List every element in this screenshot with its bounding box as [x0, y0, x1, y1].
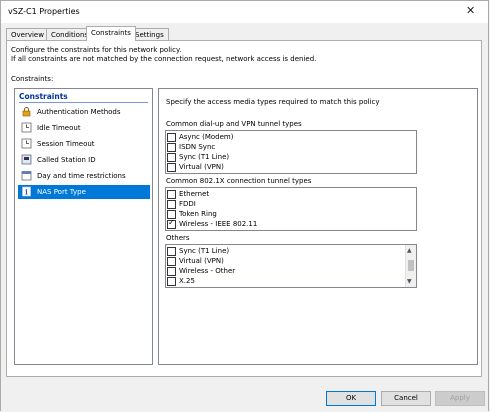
checkbox[interactable] — [167, 143, 176, 152]
scroll-thumb[interactable] — [408, 260, 414, 271]
svg-text:i: i — [25, 188, 28, 197]
tab-constraints[interactable]: Constraints — [86, 26, 136, 41]
checkbox-label: FDDI — [179, 200, 196, 208]
checkbox-label: Token Ring — [179, 210, 217, 218]
scroll-down-icon[interactable]: ▼ — [407, 278, 412, 286]
lock-icon — [22, 107, 31, 117]
calendar-icon — [21, 171, 32, 181]
sidebar-item-label: Session Timeout — [37, 140, 95, 148]
checkbox-label: Async (Modem) — [179, 133, 234, 141]
checkbox[interactable] — [167, 257, 176, 266]
clock-icon — [21, 138, 32, 149]
sidebar-item-nas-port-type[interactable]: i NAS Port Type — [18, 185, 150, 199]
sidebar-item-label: Called Station ID — [37, 156, 96, 164]
sidebar-item-idle-timeout[interactable]: Idle Timeout — [18, 121, 150, 135]
checkbox-label: Sync (T1 Line) — [179, 153, 230, 161]
nas-port-type-pane: Specify the access media types required … — [158, 88, 478, 365]
scroll-up-icon[interactable]: ▲ — [407, 247, 412, 255]
constraints-list: Constraints Authentication Methods Idle … — [14, 88, 153, 365]
checkbox-label: Virtual (VPN) — [179, 163, 224, 171]
sidebar-item-day-time-restrictions[interactable]: Day and time restrictions — [18, 169, 150, 183]
dot1x-checklist: Ethernet FDDI Token Ring ✓ Wireless - IE… — [165, 187, 417, 231]
dialup-checklist: Async (Modem) ISDN Sync Sync (T1 Line) V… — [165, 130, 417, 174]
phone-id-icon — [21, 154, 32, 165]
intro-line-2: If all constraints are not matched by th… — [11, 55, 317, 63]
ok-button[interactable]: OK — [326, 391, 376, 406]
checkbox[interactable] — [167, 277, 176, 286]
dot1x-section-label: Common 802.1X connection tunnel types — [166, 177, 312, 185]
checkbox-label: Wireless - Other — [179, 267, 236, 275]
dialup-section-label: Common dial-up and VPN tunnel types — [166, 120, 302, 128]
checkbox[interactable] — [167, 133, 176, 142]
pane-instruction: Specify the access media types required … — [166, 98, 380, 106]
checkbox-label: Wireless - IEEE 802.11 — [179, 220, 258, 228]
others-section-label: Others — [166, 234, 190, 242]
list-header-rule — [19, 102, 148, 103]
checkbox-checked[interactable]: ✓ — [167, 218, 176, 229]
checkbox[interactable] — [167, 190, 176, 199]
sidebar-item-authentication-methods[interactable]: Authentication Methods — [18, 105, 150, 119]
info-icon: i — [22, 186, 31, 197]
checkbox-label: Ethernet — [179, 190, 210, 198]
clock-icon — [21, 122, 32, 133]
checkbox-label: Sync (T1 Line) — [179, 247, 230, 255]
cancel-button[interactable]: Cancel — [381, 391, 431, 406]
checkbox[interactable] — [167, 163, 176, 172]
sidebar-item-label: NAS Port Type — [37, 188, 86, 196]
apply-button[interactable]: Apply — [435, 391, 485, 406]
checkbox[interactable] — [167, 267, 176, 276]
checkbox-label: Virtual (VPN) — [179, 257, 224, 265]
intro-line-1: Configure the constraints for this netwo… — [11, 46, 182, 54]
others-scrollbar[interactable]: ▲ ▼ — [405, 245, 416, 287]
sidebar-item-called-station-id[interactable]: Called Station ID — [18, 153, 150, 167]
checkbox[interactable] — [167, 200, 176, 209]
sidebar-item-label: Idle Timeout — [37, 124, 81, 132]
sidebar-item-label: Authentication Methods — [37, 108, 121, 116]
others-checklist: Sync (T1 Line) Virtual (VPN) Wireless - … — [165, 244, 417, 288]
list-header: Constraints — [19, 92, 68, 101]
constraints-label: Constraints: — [11, 75, 54, 83]
sidebar-item-label: Day and time restrictions — [37, 172, 126, 180]
checkbox[interactable] — [167, 247, 176, 256]
checkbox[interactable] — [167, 153, 176, 162]
window-title: vSZ-C1 Properties — [8, 7, 80, 16]
checkbox-label: ISDN Sync — [179, 143, 216, 151]
sidebar-item-session-timeout[interactable]: Session Timeout — [18, 137, 150, 151]
title-bar: vSZ-C1 Properties ✕ — [1, 1, 488, 23]
checkbox-label: X.25 — [179, 277, 195, 285]
close-icon[interactable]: ✕ — [466, 5, 475, 17]
properties-dialog: vSZ-C1 Properties ✕ Overview Conditions … — [0, 0, 489, 412]
check-icon: ✓ — [168, 218, 175, 227]
